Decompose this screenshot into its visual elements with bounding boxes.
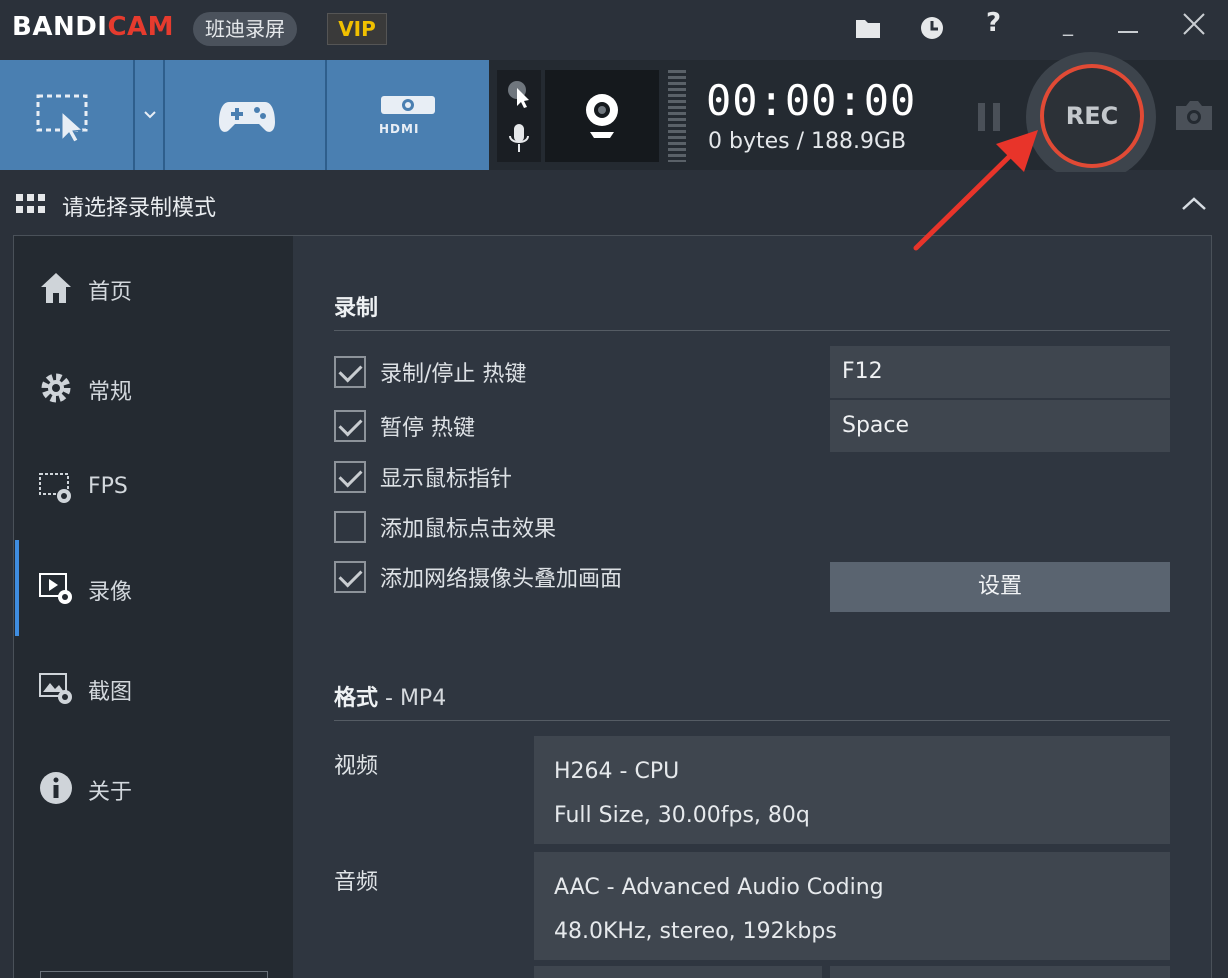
sidebar-item-home[interactable]: 首页 — [14, 258, 293, 318]
webcam-settings-button[interactable]: 设置 — [830, 562, 1170, 612]
webcam-preview-button[interactable] — [545, 70, 659, 162]
sidebar-item-label: FPS — [88, 474, 128, 499]
annotation-arrow-icon — [913, 130, 1038, 251]
video-codec: H264 - CPU — [554, 759, 680, 784]
sidebar-item-label: 关于 — [88, 780, 133, 805]
click-effect-label: 添加鼠标点击效果 — [380, 517, 557, 542]
sidebar-item-about[interactable]: 关于 — [14, 758, 293, 818]
video-label: 视频 — [334, 754, 379, 779]
sidebar-item-video[interactable]: 录像 — [14, 558, 293, 618]
record-hotkey-field[interactable]: F12 — [830, 346, 1170, 398]
app-name-badge: 班迪录屏 — [193, 12, 297, 46]
sidebar-item-fps[interactable]: FPS — [14, 458, 293, 518]
video-format-box[interactable]: H264 - CPU Full Size, 30.00fps, 80q — [534, 736, 1170, 844]
help-button[interactable]: ? — [986, 8, 1001, 38]
gear-icon — [41, 373, 71, 403]
click-effect-checkbox[interactable] — [334, 511, 366, 543]
screen-region-mode-button[interactable] — [0, 60, 135, 170]
webcam-overlay-checkbox[interactable] — [334, 561, 366, 593]
webcam-icon — [586, 94, 618, 138]
show-cursor-checkbox[interactable] — [334, 461, 366, 493]
chevron-down-icon — [144, 111, 156, 119]
pause-hotkey-field[interactable]: Space — [830, 400, 1170, 452]
gamepad-icon — [219, 102, 275, 132]
hdmi-mode-button[interactable]: HDMI — [327, 60, 489, 170]
pause-hotkey-label: 暂停 热键 — [380, 416, 475, 441]
minimize-icon[interactable] — [1108, 8, 1148, 48]
record-divider — [334, 330, 1170, 331]
vip-badge[interactable]: VIP — [327, 13, 387, 45]
webcam-overlay-label: 添加网络摄像头叠加画面 — [380, 567, 623, 592]
title-bar: BANDICAM 班迪录屏 VIP ? _ — [0, 0, 1228, 60]
image-settings-icon — [39, 673, 72, 704]
sidebar-item-screenshot[interactable]: 截图 — [14, 658, 293, 718]
sidebar-item-general[interactable]: 常规 — [14, 358, 293, 418]
sidebar-item-label: 常规 — [88, 380, 133, 405]
microphone-icon[interactable] — [507, 122, 531, 156]
collapse-button[interactable]: _ — [1063, 12, 1073, 36]
source-toggle-panel — [497, 70, 541, 162]
screen-select-icon — [36, 94, 88, 142]
recording-timer: 00:00:00 — [706, 76, 917, 125]
grid-icon — [16, 194, 45, 213]
hdmi-label: HDMI — [379, 122, 420, 136]
camera-icon[interactable] — [1172, 98, 1216, 132]
record-section-title: 录制 — [334, 296, 379, 321]
close-icon[interactable] — [1174, 8, 1214, 48]
pause-hotkey-checkbox[interactable] — [334, 410, 366, 442]
app-logo: BANDICAM — [12, 12, 175, 42]
chevron-up-icon[interactable] — [1180, 196, 1208, 212]
audio-level-meter — [668, 70, 686, 162]
audio-label: 音频 — [334, 870, 379, 895]
fps-icon — [39, 473, 71, 503]
format-title: 格式 — [334, 686, 379, 711]
video-detail: Full Size, 30.00fps, 80q — [554, 803, 810, 828]
home-icon — [41, 273, 71, 303]
sidebar-item-label: 录像 — [88, 580, 133, 605]
info-icon — [40, 772, 72, 804]
record-hotkey-label: 录制/停止 热键 — [380, 362, 527, 387]
sidebar-bottom-button[interactable] — [40, 971, 268, 978]
audio-format-box[interactable]: AAC - Advanced Audio Coding 48.0KHz, ste… — [534, 852, 1170, 960]
audio-codec: AAC - Advanced Audio Coding — [554, 875, 884, 900]
sidebar-item-label: 截图 — [88, 680, 133, 705]
recording-size: 0 bytes / 188.9GB — [708, 129, 907, 154]
mode-title: 请选择录制模式 — [62, 196, 217, 221]
format-divider — [334, 720, 1170, 721]
audio-detail: 48.0KHz, stereo, 192kbps — [554, 919, 837, 944]
rec-button[interactable]: REC — [1040, 64, 1144, 168]
show-cursor-label: 显示鼠标指针 — [380, 467, 513, 492]
cursor-capture-icon[interactable] — [505, 78, 533, 110]
format-section-title: 格式 - MP4 — [334, 680, 446, 712]
game-mode-button[interactable] — [165, 60, 327, 170]
sidebar-item-label: 首页 — [88, 280, 133, 305]
mode-dropdown-button[interactable] — [135, 60, 165, 170]
video-settings-icon — [39, 573, 72, 604]
format-presets-button[interactable] — [830, 966, 1170, 978]
clock-icon[interactable] — [912, 8, 952, 48]
record-hotkey-checkbox[interactable] — [334, 356, 366, 388]
format-subtitle: - MP4 — [378, 686, 447, 711]
format-settings-button[interactable] — [534, 966, 822, 978]
folder-icon[interactable] — [848, 8, 888, 48]
